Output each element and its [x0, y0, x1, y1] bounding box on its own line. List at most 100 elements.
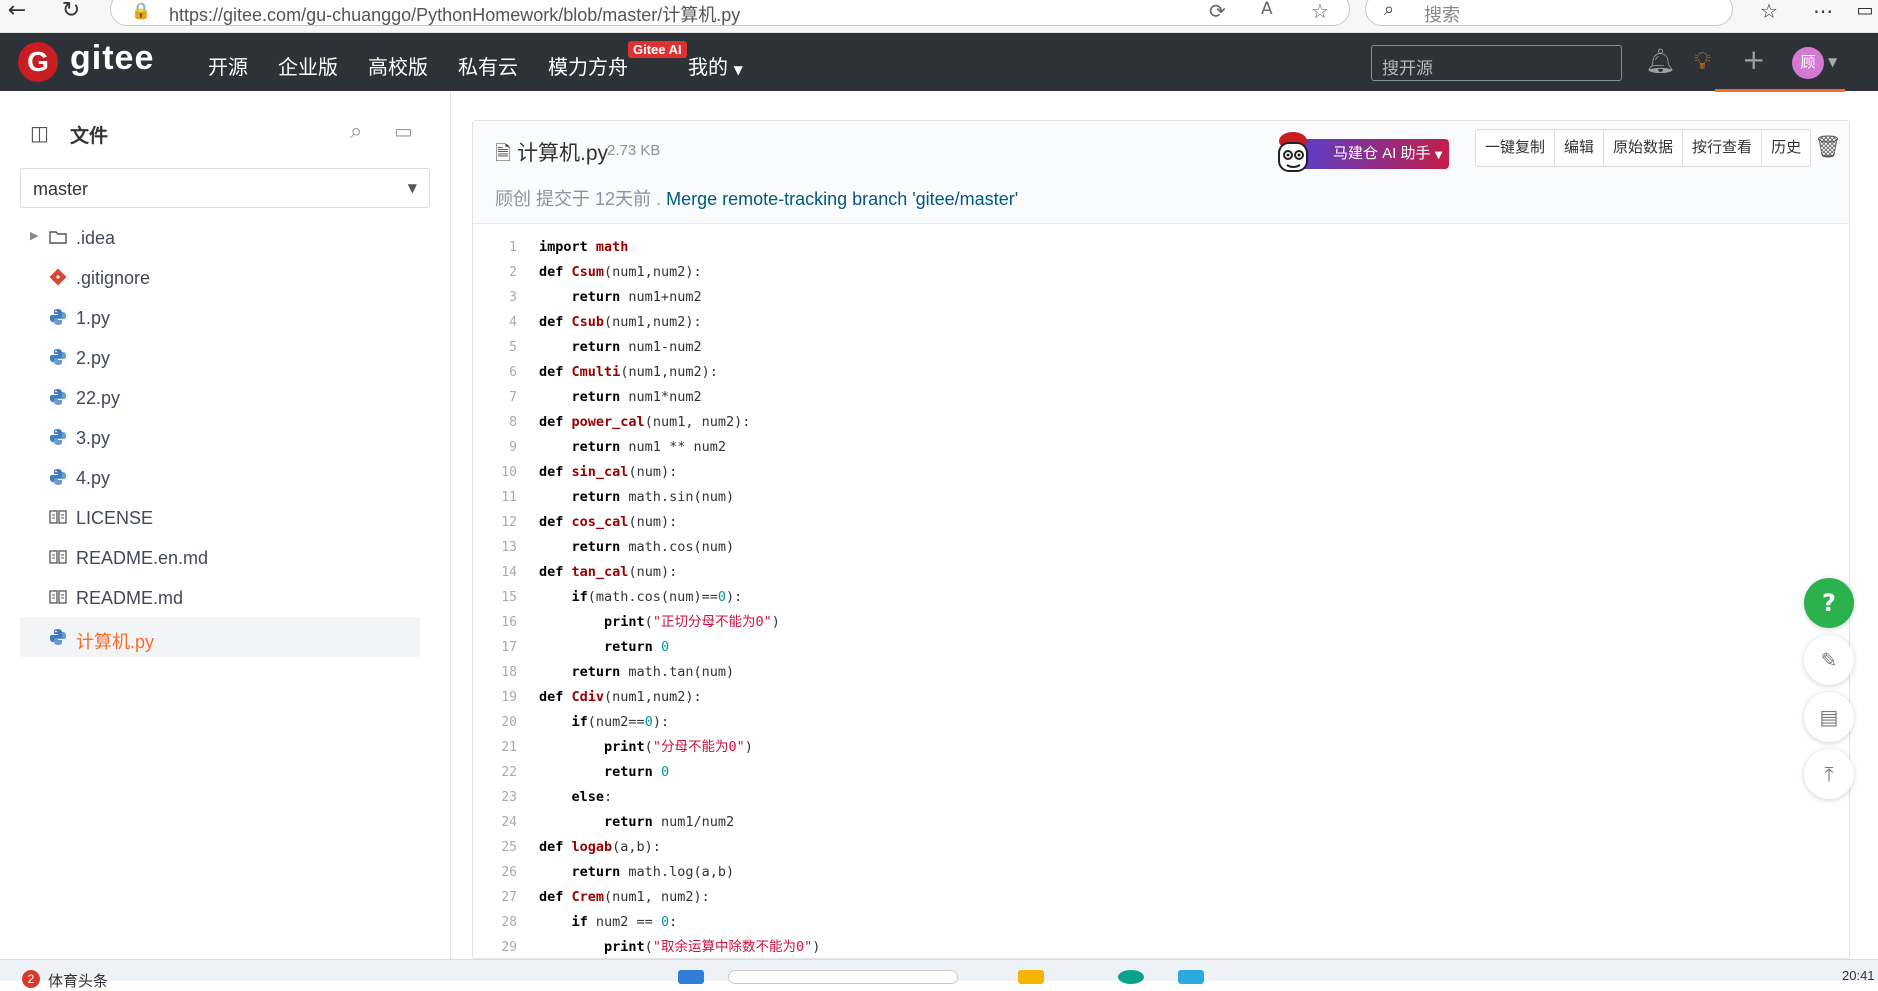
line-number[interactable]: 14 [473, 560, 517, 585]
line-number[interactable]: 4 [473, 310, 517, 335]
browser-search-box[interactable]: ⌕ 搜索 [1365, 0, 1733, 26]
file-name-label: 3.py [76, 428, 111, 448]
tree-file[interactable]: LICENSE [20, 497, 420, 537]
commit-message[interactable]: Merge remote-tracking branch 'gitee/mast… [666, 189, 1018, 209]
line-number[interactable]: 19 [473, 685, 517, 710]
tree-file[interactable]: 22.py [20, 377, 420, 417]
back-to-top-icon[interactable]: ⤒ [1804, 749, 1854, 799]
chevron-down-icon: ▼ [1434, 150, 1443, 161]
commit-author[interactable]: 顾创 [495, 189, 531, 209]
copy-all-button[interactable]: 一键复制 [1476, 130, 1556, 166]
line-number[interactable]: 20 [473, 710, 517, 735]
comment-icon[interactable]: ▤ [1804, 692, 1854, 742]
code-line: 15 if(math.cos(num)==0): [473, 585, 1849, 610]
monitor-icon[interactable]: ▭ [394, 119, 413, 143]
code-text: return 0 [604, 639, 670, 655]
file-header: 🗎 计算机.py 2.73 KB 马建仓 AI 助手 ▼ 一键复制 编辑 原始数… [473, 121, 1849, 224]
line-number[interactable]: 22 [473, 760, 517, 785]
back-icon[interactable]: ← [2, 0, 32, 22]
line-number[interactable]: 6 [473, 360, 517, 385]
avatar-chevron-down-icon[interactable]: ▼ [1828, 55, 1837, 69]
tree-file[interactable]: 2.py [20, 337, 420, 377]
line-number[interactable]: 8 [473, 410, 517, 435]
line-number[interactable]: 27 [473, 885, 517, 910]
branch-select[interactable]: master ▼ [20, 168, 430, 208]
sync-icon[interactable]: ⟳ [1209, 0, 1226, 23]
line-number[interactable]: 16 [473, 610, 517, 635]
line-number[interactable]: 25 [473, 835, 517, 860]
nav-mine[interactable]: 我的 ▼ [688, 51, 743, 80]
nav-education[interactable]: 高校版 [368, 51, 428, 80]
gitee-logo-icon[interactable]: G [18, 42, 58, 82]
nav-enterprise[interactable]: 企业版 [278, 51, 338, 80]
line-number[interactable]: 10 [473, 460, 517, 485]
favorites-icon[interactable]: ☆ [1754, 0, 1784, 22]
line-number[interactable]: 12 [473, 510, 517, 535]
start-menu-icon[interactable] [678, 970, 704, 984]
more-icon[interactable]: ⋯ [1808, 0, 1838, 22]
tree-file[interactable]: 4.py [20, 457, 420, 497]
nav-moli-fangzhou[interactable]: 模力方舟 [548, 51, 628, 80]
line-number[interactable]: 21 [473, 735, 517, 760]
favorite-star-icon[interactable]: ☆ [1311, 0, 1329, 23]
line-number[interactable]: 24 [473, 810, 517, 835]
line-number[interactable]: 13 [473, 535, 517, 560]
sidebar-toggle-icon[interactable]: ▭ [1850, 0, 1878, 22]
help-button[interactable]: ? [1804, 578, 1854, 628]
tree-file[interactable]: 1.py [20, 297, 420, 337]
line-number[interactable]: 15 [473, 585, 517, 610]
search-icon[interactable]: ⌕ [350, 119, 362, 144]
line-number[interactable]: 7 [473, 385, 517, 410]
trash-icon[interactable]: 🗑︎ [1814, 135, 1842, 160]
ai-assistant-button[interactable]: 马建仓 AI 助手 ▼ [1273, 131, 1453, 172]
code-text: return math.tan(num) [571, 664, 735, 680]
history-button[interactable]: 历史 [1762, 130, 1810, 166]
line-number[interactable]: 18 [473, 660, 517, 685]
line-number[interactable]: 1 [473, 235, 517, 260]
plus-icon[interactable]: + [1742, 43, 1765, 76]
lightbulb-icon[interactable]: 💡︎ [1694, 47, 1711, 75]
bell-icon[interactable]: 🔔︎ [1645, 47, 1675, 75]
tree-file[interactable]: README.en.md [20, 537, 420, 577]
browser-search-placeholder: 搜索 [1424, 5, 1460, 25]
raw-button[interactable]: 原始数据 [1604, 130, 1684, 166]
nav-search-input[interactable]: 搜开源 [1371, 45, 1622, 81]
nav-private-cloud[interactable]: 私有云 [458, 51, 518, 80]
edit-button[interactable]: 编辑 [1555, 130, 1605, 166]
file-explorer-icon[interactable] [1018, 970, 1044, 984]
tree-folder[interactable]: ▶ .idea [20, 217, 420, 257]
folder-file-icon [48, 227, 68, 247]
edge-browser-icon[interactable] [1118, 970, 1144, 984]
code-text: else: [571, 789, 613, 805]
store-icon[interactable] [1178, 970, 1204, 984]
feedback-icon[interactable]: ✎ [1804, 635, 1854, 685]
collapse-panel-icon[interactable]: ◫ [30, 121, 49, 145]
blame-button[interactable]: 按行查看 [1683, 130, 1763, 166]
read-aloud-icon[interactable]: A [1261, 0, 1273, 19]
file-name-label: README.en.md [76, 548, 209, 568]
line-number[interactable]: 29 [473, 935, 517, 960]
line-number[interactable]: 28 [473, 910, 517, 935]
refresh-icon[interactable]: ↻ [56, 0, 86, 22]
tree-file[interactable]: 3.py [20, 417, 420, 457]
line-number[interactable]: 26 [473, 860, 517, 885]
line-number[interactable]: 17 [473, 635, 517, 660]
news-badge[interactable]: 2 [22, 970, 40, 988]
url-text[interactable]: https://gitee.com/gu-chuanggo/PythonHome… [169, 1, 740, 27]
taskbar-search-box[interactable] [728, 970, 958, 984]
tree-file[interactable]: 计算机.py [20, 617, 420, 657]
file-icon: 🗎 [495, 141, 512, 165]
line-number[interactable]: 9 [473, 435, 517, 460]
gitee-logo-text[interactable]: gitee [70, 39, 154, 78]
chevron-right-icon[interactable]: ▶ [30, 229, 38, 242]
line-number[interactable]: 5 [473, 335, 517, 360]
tree-file[interactable]: README.md [20, 577, 420, 617]
avatar[interactable]: 顾 [1792, 47, 1824, 79]
tree-file[interactable]: .gitignore [20, 257, 420, 297]
line-number[interactable]: 11 [473, 485, 517, 510]
line-number[interactable]: 23 [473, 785, 517, 810]
line-number[interactable]: 2 [473, 260, 517, 285]
nav-open-source[interactable]: 开源 [208, 51, 248, 80]
address-bar[interactable]: 🔒 https://gitee.com/gu-chuanggo/PythonHo… [110, 0, 1350, 26]
line-number[interactable]: 3 [473, 285, 517, 310]
